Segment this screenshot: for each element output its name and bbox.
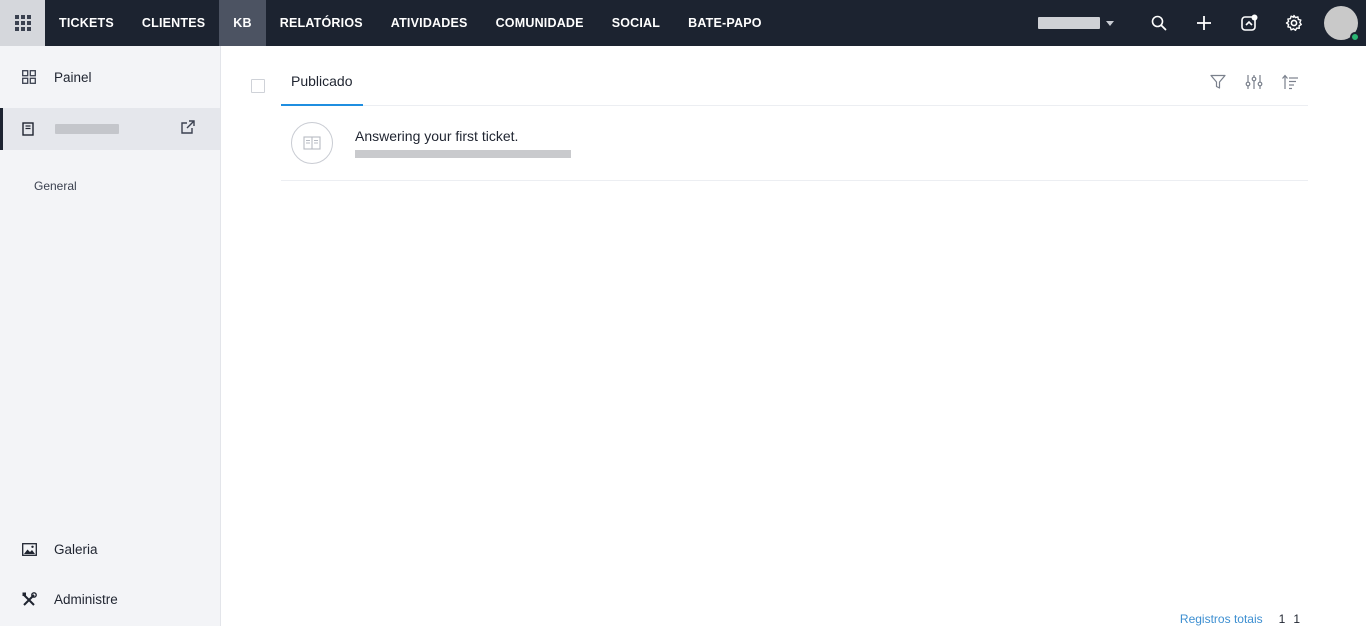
external-link-icon[interactable] — [180, 119, 196, 140]
portal-name-redacted — [55, 124, 119, 134]
sidebar-item-portal[interactable] — [0, 108, 220, 150]
image-gallery-icon — [22, 542, 37, 556]
module-tabs: TICKETS CLIENTES KB RELATÓRIOS ATIVIDADE… — [45, 0, 776, 46]
article-title[interactable]: Answering your first ticket. — [355, 128, 518, 144]
article-meta-redacted — [355, 150, 571, 158]
sidebar-item-label: Painel — [54, 69, 92, 85]
department-name-redacted — [1038, 17, 1100, 29]
filter-button[interactable] — [1200, 72, 1236, 92]
nav-relatorios[interactable]: RELATÓRIOS — [266, 0, 377, 46]
nav-social[interactable]: SOCIAL — [598, 0, 674, 46]
select-all-checkbox[interactable] — [251, 79, 265, 93]
nav-clientes[interactable]: CLIENTES — [128, 0, 219, 46]
nav-atividades[interactable]: ATIVIDADES — [377, 0, 482, 46]
sort-button[interactable] — [1272, 72, 1308, 92]
article-book-icon — [291, 122, 333, 164]
search-icon — [1151, 15, 1166, 31]
tab-publicado[interactable]: Publicado — [281, 64, 363, 106]
apps-grid-icon — [14, 15, 31, 31]
online-status-indicator — [1350, 32, 1360, 42]
total-records-label: Registros totais — [1179, 612, 1263, 626]
search-button[interactable] — [1136, 0, 1181, 46]
new-item-button[interactable] — [1181, 0, 1226, 46]
user-avatar-button[interactable] — [1316, 0, 1366, 46]
nav-tickets[interactable]: TICKETS — [45, 0, 128, 46]
tools-icon — [22, 591, 37, 607]
status-tabs-row: Publicado — [281, 46, 1308, 106]
top-right-actions — [1038, 0, 1366, 46]
list-tools — [1200, 72, 1308, 92]
customize-columns-button[interactable] — [1236, 72, 1272, 92]
settings-button[interactable] — [1271, 0, 1316, 46]
nav-comunidade[interactable]: COMUNIDADE — [482, 0, 598, 46]
top-navigation-bar: TICKETS CLIENTES KB RELATÓRIOS ATIVIDADE… — [0, 0, 1366, 46]
sidebar-category-general[interactable]: General — [34, 179, 77, 193]
nav-bate-papo[interactable]: BATE-PAPO — [674, 0, 776, 46]
compose-icon — [1240, 14, 1257, 31]
records-footer: Registros totais 1 1 — [1180, 612, 1300, 626]
list-item[interactable]: Answering your first ticket. — [281, 106, 1308, 181]
kb-sidebar: Painel General Galeria Administre — [0, 46, 221, 626]
filter-icon — [1210, 74, 1226, 89]
sort-icon — [1282, 74, 1298, 90]
plus-icon — [1196, 16, 1211, 30]
apps-grid-button[interactable] — [0, 0, 45, 46]
caret-down-icon — [1106, 20, 1114, 26]
dashboard-grid-icon — [22, 70, 36, 84]
gear-icon — [1285, 14, 1302, 31]
sidebar-item-label: Administre — [54, 591, 118, 607]
article-list-panel: Publicado Answering your first ticket. R… — [221, 46, 1366, 626]
sidebar-item-galeria[interactable]: Galeria — [0, 530, 220, 568]
total-records-count: 1 — [1293, 612, 1300, 626]
compose-button[interactable] — [1226, 0, 1271, 46]
nav-kb[interactable]: KB — [219, 0, 266, 46]
page-number: 1 — [1278, 612, 1286, 626]
sliders-icon — [1245, 75, 1263, 89]
sidebar-item-label: Galeria — [54, 541, 98, 557]
sidebar-item-painel[interactable]: Painel — [0, 58, 220, 96]
sidebar-item-administre[interactable]: Administre — [0, 580, 220, 618]
department-switcher[interactable] — [1038, 17, 1114, 29]
book-icon — [22, 122, 34, 136]
